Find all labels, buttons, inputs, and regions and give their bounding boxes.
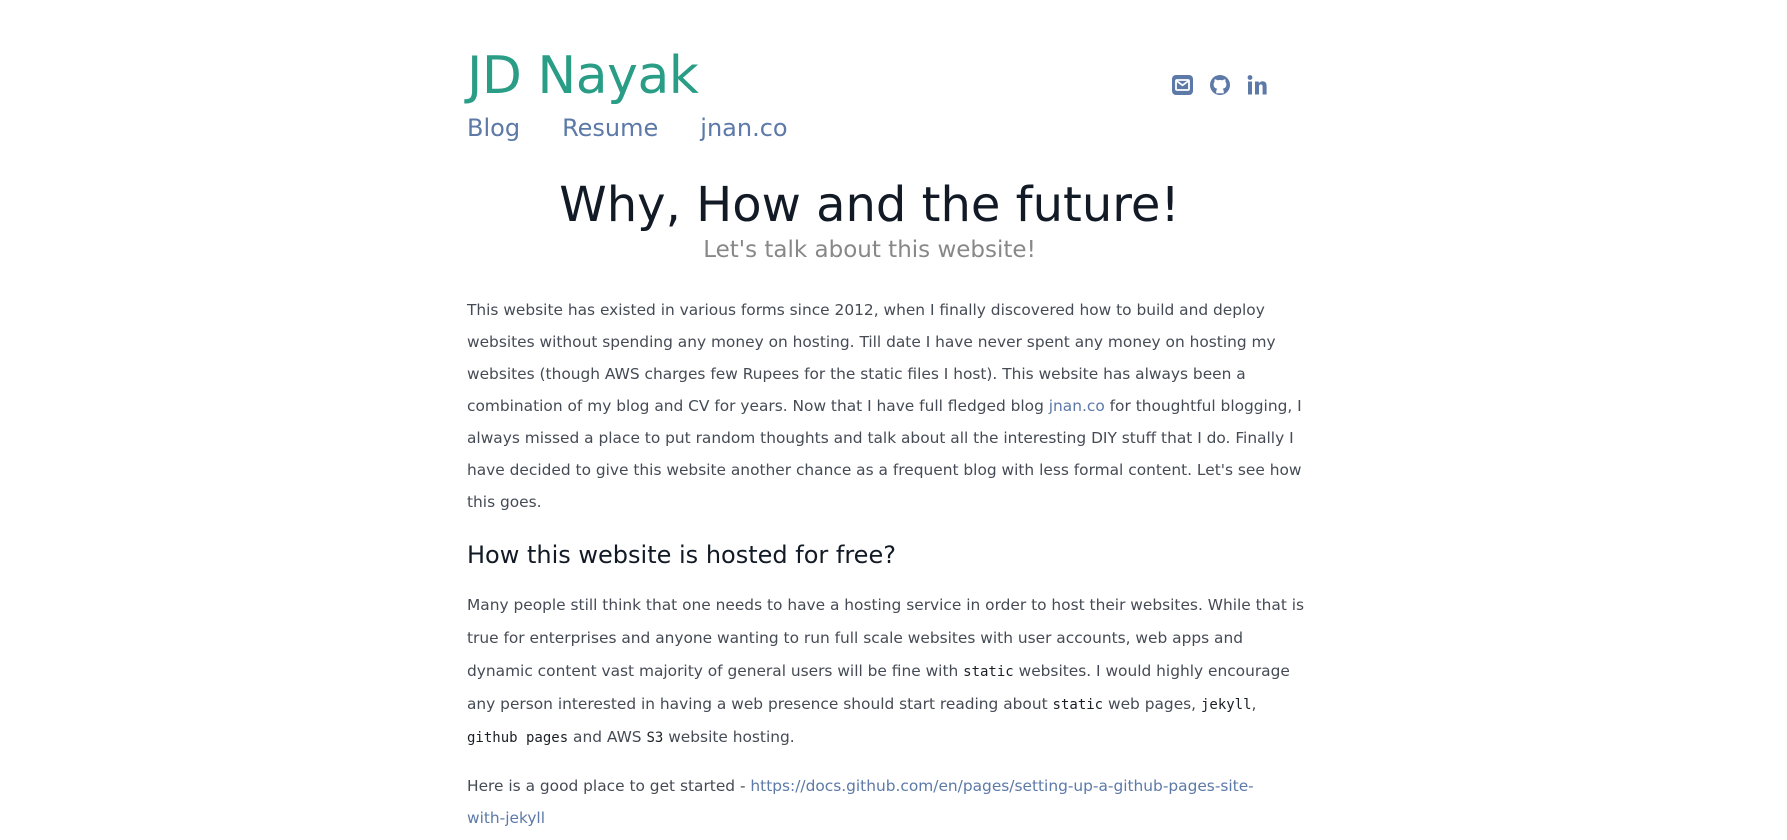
nav-resume-link[interactable]: Resume (562, 112, 658, 144)
post-subtitle: Let's talk about this website! (703, 237, 1036, 263)
text-segment: any person interested in having a web pr… (467, 695, 1053, 713)
paragraph-line: Here is a good place to get started - ht… (467, 770, 1272, 802)
post-title: Why, How and the future! (559, 177, 1180, 233)
paragraph-line: combination of my blog and CV for years.… (467, 390, 1302, 422)
inline-code: github pages (467, 730, 569, 746)
inline-code: jekyll (1200, 697, 1252, 713)
text-segment: web pages, (1103, 695, 1201, 713)
paragraph-line: have decided to give this website anothe… (467, 461, 1302, 479)
text-segment: Here is a good place to get started - (467, 777, 751, 795)
paragraph-line: always missed a place to put random thou… (467, 429, 1294, 447)
page: JD Nayak Blog Resume jnan.co Why, How an… (0, 0, 1787, 840)
linkedin-icon[interactable] (1245, 73, 1269, 97)
paragraph-line: with-jekyll (467, 802, 1272, 834)
paragraph-line: any person interested in having a web pr… (467, 688, 1272, 721)
section-heading: How this website is hosted for free? (467, 541, 896, 569)
site-title[interactable]: JD Nayak (467, 44, 699, 108)
paragraph-line: this goes. (467, 493, 542, 511)
main-nav: Blog Resume jnan.co (467, 112, 830, 144)
github-pages-docs-link[interactable]: https://docs.github.com/en/pages/setting… (750, 777, 1253, 795)
text-segment: and AWS (568, 728, 647, 746)
hosting-paragraph: Many people still think that one needs t… (467, 589, 1305, 754)
paragraph-line: github pages and AWS S3 website hosting. (467, 721, 1272, 754)
getting-started-paragraph: Here is a good place to get started - ht… (467, 770, 1272, 834)
inline-code: static (1052, 697, 1104, 713)
text-segment: websites. I would highly encourage (1013, 662, 1290, 680)
text-segment: dynamic content vast majority of general… (467, 662, 964, 680)
github-pages-docs-link-continued[interactable]: with-jekyll (467, 809, 545, 827)
text-segment: combination of my blog and CV for years.… (467, 397, 1049, 415)
inline-code: S3 (646, 730, 664, 746)
intro-paragraph: This website has existed in various form… (467, 294, 1302, 518)
jnan-co-inline-link[interactable]: jnan.co (1049, 397, 1105, 415)
paragraph-line: websites without spending any money on h… (467, 333, 1276, 351)
nav-jnan-co-link[interactable]: jnan.co (700, 112, 787, 144)
paragraph-line: This website has existed in various form… (467, 301, 1265, 319)
paragraph-line: websites (though AWS charges few Rupees … (467, 365, 1246, 383)
paragraph-line: Many people still think that one needs t… (467, 596, 1305, 614)
nav-blog-link[interactable]: Blog (467, 112, 520, 144)
paragraph-line: true for enterprises and anyone wanting … (467, 629, 1243, 647)
inline-code: static (963, 664, 1014, 680)
github-icon[interactable] (1208, 73, 1232, 97)
text-segment: for thoughtful blogging, I (1104, 397, 1302, 415)
email-icon[interactable] (1171, 73, 1195, 97)
text-segment: , (1251, 695, 1257, 713)
paragraph-line: dynamic content vast majority of general… (467, 655, 1290, 688)
text-segment: website hosting. (663, 728, 795, 746)
social-links (1171, 73, 1282, 97)
